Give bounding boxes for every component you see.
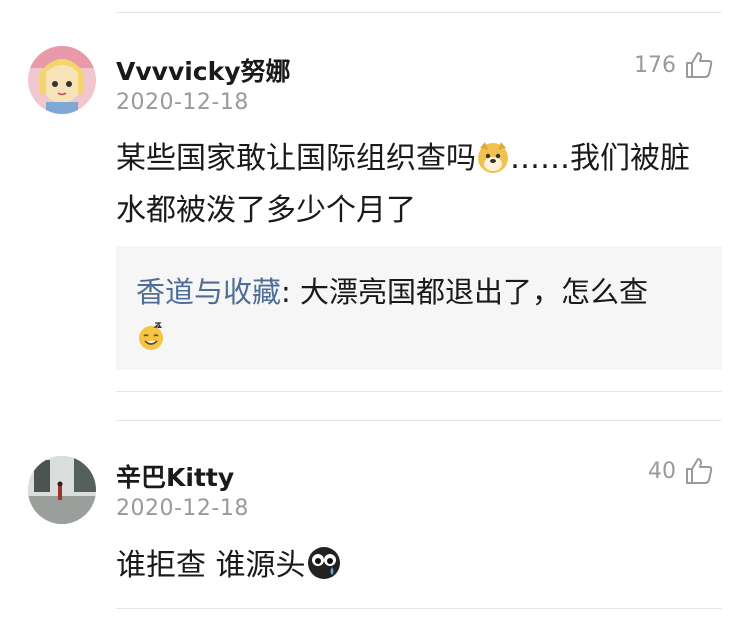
comment-item-2: 辛巴Kitty 2020-12-18 40 谁拒查 谁源头 xyxy=(0,0,750,622)
comment-text: 谁拒查 谁源头 xyxy=(116,543,710,595)
avatar-street-photo-icon xyxy=(28,456,96,524)
bottom-divider xyxy=(116,608,722,609)
comment-text-part: 谁拒查 谁源头 xyxy=(116,548,306,583)
avatar[interactable] xyxy=(28,456,96,524)
like-button[interactable]: 40 xyxy=(648,456,714,486)
like-count: 40 xyxy=(648,458,676,484)
username[interactable]: 辛巴Kitty xyxy=(116,458,234,494)
thumbs-up-icon xyxy=(686,458,713,484)
comment-date: 2020-12-18 xyxy=(116,496,249,521)
crying-eyes-emoji-icon xyxy=(306,545,342,595)
